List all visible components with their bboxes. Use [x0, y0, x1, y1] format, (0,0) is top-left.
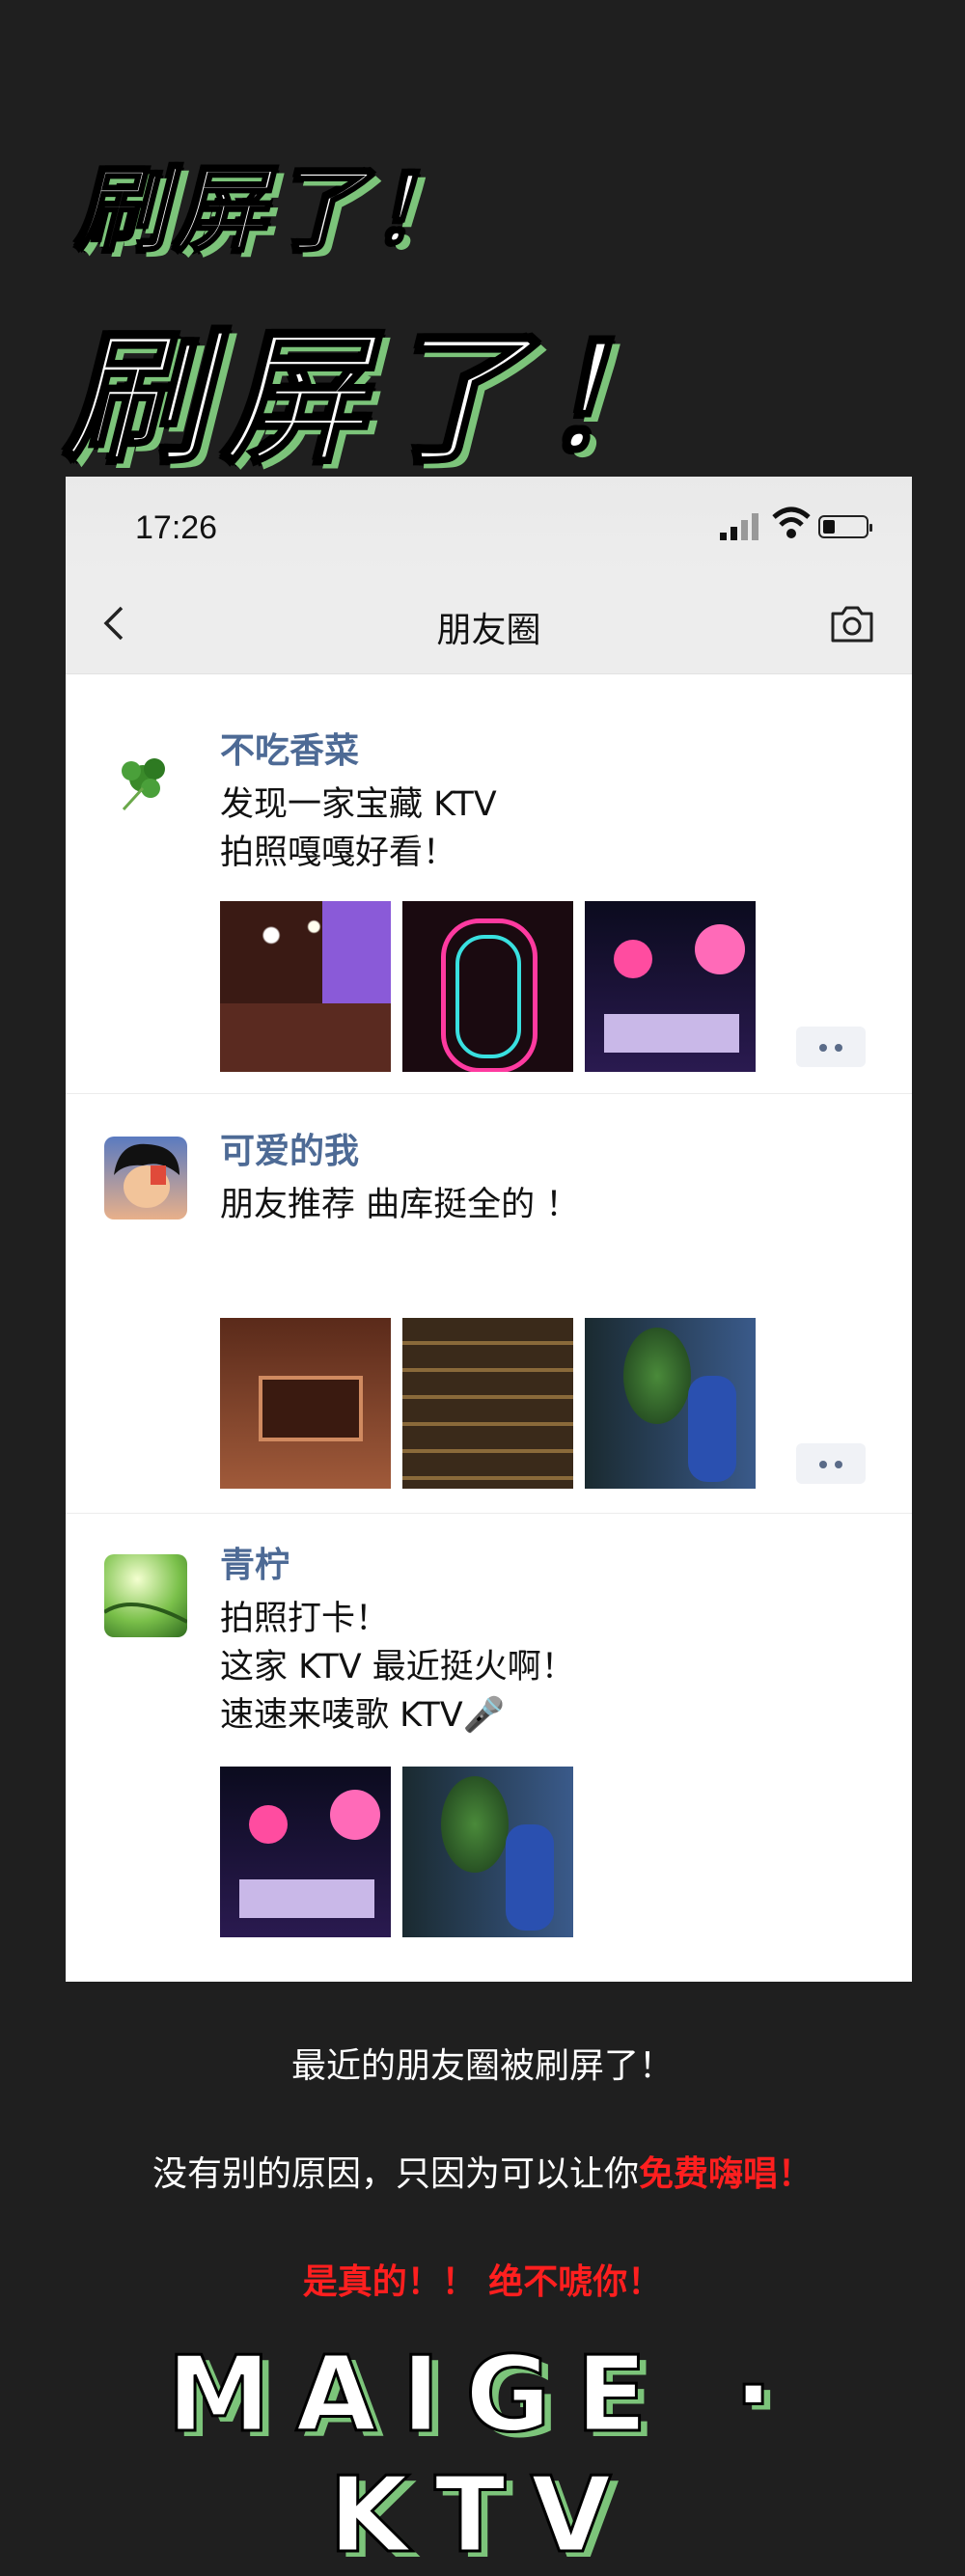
photo-grid	[220, 901, 756, 1072]
more-actions-button[interactable]	[796, 1443, 866, 1484]
photo-thumbnail[interactable]	[402, 1767, 573, 1937]
photo-grid	[220, 1318, 756, 1489]
moment-post: 不吃香菜 发现一家宝藏 KTV 拍照嘎嘎好看！	[66, 674, 912, 1094]
more-actions-button[interactable]	[796, 1027, 866, 1067]
nav-bar: 朋友圈	[66, 573, 912, 674]
brand-logo-text: MAIGE · KTV	[165, 2334, 799, 2576]
footer-line-2-prefix: 没有别的原因，只因为可以让你	[152, 2154, 639, 2194]
signal-icon	[720, 513, 758, 540]
headline-large: 刷屏了！	[62, 315, 698, 485]
photo-thumbnail[interactable]	[220, 901, 391, 1072]
footer-line-2: 没有别的原因，只因为可以让你免费嗨唱！	[0, 2146, 965, 2196]
post-text: 朋友推荐 曲库挺全的 ！	[220, 1186, 580, 1224]
avatar[interactable]	[104, 1137, 187, 1219]
photo-grid	[220, 1767, 573, 1937]
photo-thumbnail[interactable]	[220, 1318, 391, 1489]
leaves-avatar-icon	[104, 1603, 187, 1624]
photo-thumbnail[interactable]	[220, 1767, 391, 1937]
avatar[interactable]	[104, 1554, 187, 1637]
post-author[interactable]: 不吃香菜	[220, 723, 359, 773]
status-time: 17:26	[135, 509, 218, 546]
battery-icon	[818, 515, 872, 538]
photo-thumbnail[interactable]	[585, 901, 756, 1072]
photo-thumbnail[interactable]	[402, 901, 573, 1072]
post-text: 拍照打卡！ 这家 KTV 最近挺火啊！ 速速来唛歌 KTV🎤	[220, 1600, 575, 1735]
status-bar: 17:26	[66, 477, 912, 573]
wifi-icon	[772, 507, 811, 538]
post-author[interactable]: 可爱的我	[220, 1123, 359, 1173]
phone-screenshot: 17:26 朋友圈 不吃香菜 发现一家宝藏 KTV 拍照嘎嘎好看！ 可爱的我 朋…	[66, 477, 912, 1982]
cartoon-boy-avatar-icon	[114, 1143, 179, 1208]
cilantro-avatar-icon	[122, 758, 165, 811]
footer-line-3: 是真的！！ 绝不唬你！	[302, 2262, 663, 2302]
photo-thumbnail[interactable]	[402, 1318, 573, 1489]
post-text: 发现一家宝藏 KTV 拍照嘎嘎好看！	[220, 785, 497, 872]
headline-small: 刷屏了！	[74, 155, 469, 266]
footer-highlight: 免费嗨唱！	[639, 2154, 813, 2194]
page-title: 朋友圈	[436, 611, 541, 650]
post-author[interactable]: 青柠	[220, 1537, 290, 1587]
avatar[interactable]	[104, 740, 187, 823]
photo-thumbnail[interactable]	[585, 1318, 756, 1489]
camera-icon[interactable]	[829, 602, 875, 644]
moment-post: 青柠 拍照打卡！ 这家 KTV 最近挺火啊！ 速速来唛歌 KTV🎤	[66, 1514, 912, 1982]
footer-line-1: 最近的朋友圈被刷屏了！	[290, 2046, 674, 2086]
moment-post: 可爱的我 朋友推荐 曲库挺全的 ！	[66, 1094, 912, 1514]
